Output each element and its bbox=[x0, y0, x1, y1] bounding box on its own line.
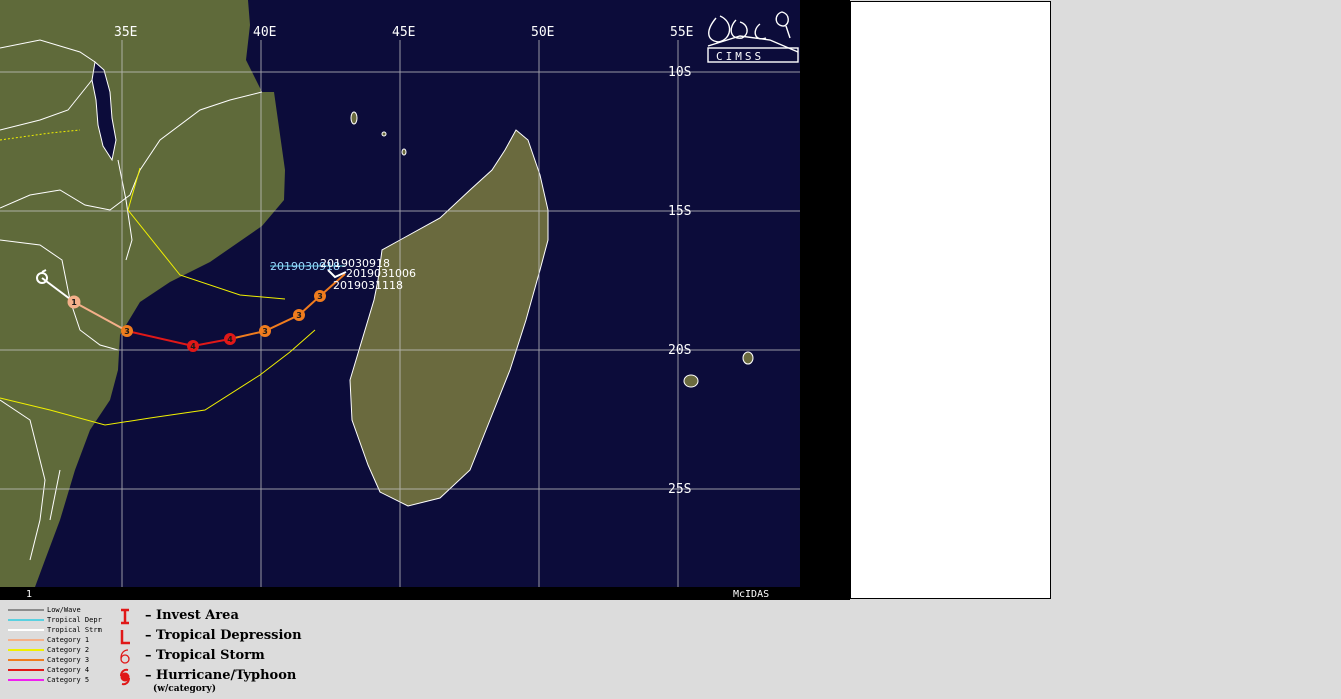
line-swatch bbox=[8, 679, 44, 681]
legend-category-note: (w/category) bbox=[153, 684, 217, 694]
track-point-marker: 4 bbox=[187, 340, 199, 352]
legend-line-label: Category 1 bbox=[47, 636, 90, 644]
lat-label: 20S bbox=[668, 343, 691, 358]
info-bar bbox=[0, 587, 800, 600]
separator-strip bbox=[800, 0, 850, 600]
svg-text:1: 1 bbox=[71, 298, 77, 307]
track-point-marker: 4 bbox=[224, 333, 236, 345]
legend-symbol-label: – Tropical Storm bbox=[145, 648, 265, 663]
track-point-marker: 3 bbox=[121, 325, 133, 337]
cimss-logo-text: CIMSS bbox=[716, 50, 764, 63]
lon-label: 45E bbox=[392, 25, 415, 40]
track-point-marker: 3 bbox=[259, 325, 271, 337]
legend-line-label: Category 4 bbox=[47, 666, 90, 674]
lon-label: 35E bbox=[114, 25, 137, 40]
side-panel bbox=[850, 1, 1051, 599]
map-canvas: 35E 40E 45E 50E 55E 10S 15S 20S 25S 1 3 … bbox=[0, 0, 800, 600]
legend-line-label: Category 3 bbox=[47, 656, 90, 664]
svg-text:3: 3 bbox=[124, 327, 130, 336]
track-point-marker: 3 bbox=[293, 309, 305, 321]
lon-label: 50E bbox=[531, 25, 554, 40]
svg-text:3: 3 bbox=[262, 327, 268, 336]
line-swatch bbox=[8, 669, 44, 671]
mcidas-credit: McIDAS bbox=[733, 589, 769, 600]
legend: Low/Wave Tropical Depr Tropical Strm Cat… bbox=[0, 600, 1341, 699]
line-swatch bbox=[8, 639, 44, 641]
line-swatch bbox=[8, 609, 44, 611]
hurricane-icon bbox=[120, 668, 130, 686]
legend-line-label: Category 5 bbox=[47, 676, 90, 684]
line-swatch bbox=[8, 649, 44, 651]
tropical-depression-icon bbox=[120, 630, 130, 645]
invest-area-icon bbox=[121, 608, 129, 625]
frame-number: 1 bbox=[26, 589, 32, 600]
lat-label: 15S bbox=[668, 204, 691, 219]
lat-label: 25S bbox=[668, 482, 691, 497]
legend-symbol-label: – Tropical Depression bbox=[145, 628, 302, 643]
legend-line-label: Tropical Depr bbox=[47, 616, 102, 624]
line-swatch bbox=[8, 629, 44, 631]
svg-text:4: 4 bbox=[190, 342, 196, 351]
svg-text:3: 3 bbox=[317, 292, 323, 301]
legend-line-label: Category 2 bbox=[47, 646, 90, 654]
legend-line-label: Tropical Strm bbox=[47, 626, 102, 634]
lon-label: 40E bbox=[253, 25, 276, 40]
date-label: 2019031118 bbox=[333, 279, 403, 292]
legend-symbol-label: – Hurricane/Typhoon bbox=[145, 668, 297, 683]
svg-text:4: 4 bbox=[227, 335, 233, 344]
legend-line-label: Low/Wave bbox=[47, 606, 81, 614]
satellite-map: 35E 40E 45E 50E 55E 10S 15S 20S 25S 1 3 … bbox=[0, 0, 800, 600]
line-swatch bbox=[8, 619, 44, 621]
track-point-marker: 3 bbox=[314, 290, 326, 302]
track-point-marker: 1 bbox=[67, 295, 81, 309]
svg-text:3: 3 bbox=[296, 311, 302, 320]
lon-label: 55E bbox=[670, 25, 693, 40]
lat-label: 10S bbox=[668, 65, 691, 80]
legend-symbol-label: – Invest Area bbox=[145, 608, 239, 623]
line-swatch bbox=[8, 659, 44, 661]
tropical-storm-icon bbox=[120, 649, 130, 664]
